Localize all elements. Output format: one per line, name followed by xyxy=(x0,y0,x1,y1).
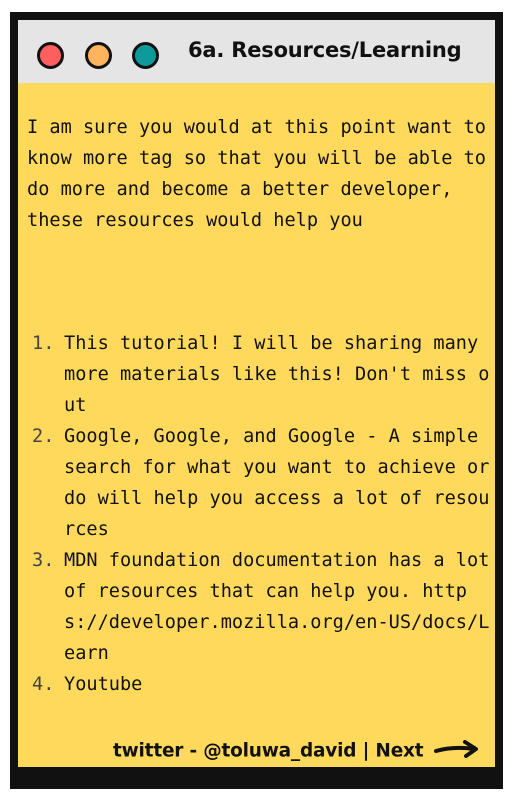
close-button[interactable] xyxy=(37,42,64,69)
maximize-button[interactable] xyxy=(132,42,159,69)
list-number: 4. xyxy=(32,674,55,695)
list-number: 2. xyxy=(32,426,55,447)
window-frame: 6a. Resources/Learning I am sure you wou… xyxy=(10,12,503,789)
list-item-text: MDN foundation documentation has a lot o… xyxy=(64,550,490,664)
list-item-text: Youtube xyxy=(64,674,143,695)
list-item: 4. Youtube xyxy=(32,669,492,700)
list-item: 1. This tutorial! I will be sharing many… xyxy=(32,328,492,421)
next-link[interactable]: Next xyxy=(375,741,423,762)
list-number: 1. xyxy=(32,333,55,354)
intro-paragraph: I am sure you would at this point want t… xyxy=(27,117,486,231)
list-item-text: Google, Google, and Google - A simple se… xyxy=(64,426,490,540)
window-title: 6a. Resources/Learning xyxy=(188,38,462,62)
footer-separator: | xyxy=(356,740,376,762)
footer: twitter - @toluwa_david | Next xyxy=(113,740,480,763)
list-number: 3. xyxy=(32,550,55,571)
list-item: 3. MDN foundation documentation has a lo… xyxy=(32,545,492,669)
title-bar: 6a. Resources/Learning xyxy=(18,20,495,83)
twitter-handle[interactable]: twitter - @toluwa_david xyxy=(113,741,357,762)
minimize-button[interactable] xyxy=(85,42,112,69)
list-item-text: This tutorial! I will be sharing many mo… xyxy=(64,333,490,416)
list-item: 2. Google, Google, and Google - A simple… xyxy=(32,421,492,545)
content-area: I am sure you would at this point want t… xyxy=(18,83,495,767)
resources-list: 1. This tutorial! I will be sharing many… xyxy=(32,328,492,700)
arrow-right-icon[interactable] xyxy=(433,740,480,763)
